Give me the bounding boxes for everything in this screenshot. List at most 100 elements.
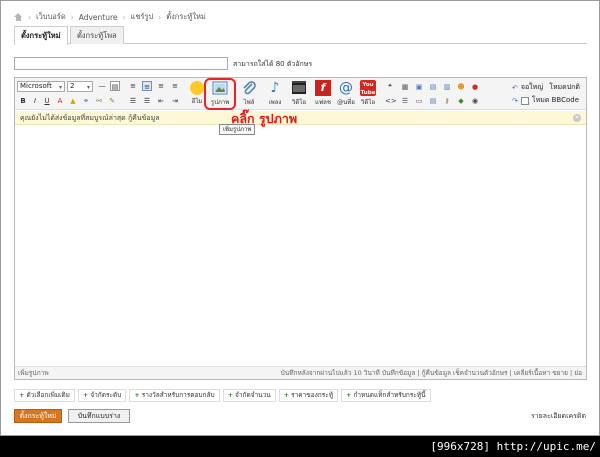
bbcode-checkbox[interactable] [520, 96, 529, 105]
breadcrumb-share-photo[interactable]: แชร์รูป [131, 11, 154, 23]
video-button[interactable]: วิดีโอ [287, 80, 311, 108]
spoiler-icon[interactable]: ☰ [400, 96, 410, 106]
watermark: [996x728] http://upic.me/ [430, 440, 596, 453]
breadcrumb-webboard[interactable]: เว็บบอร์ด [36, 11, 66, 23]
image-button-highlight [204, 78, 236, 110]
align-left-icon[interactable]: ≡ [128, 81, 138, 91]
free-icon[interactable]: ▭ [414, 96, 424, 106]
template-icon[interactable]: ▥ [442, 82, 452, 92]
credit-details-link[interactable]: รายละเอียดเครดิต [531, 411, 586, 422]
option-level-limit-label: จำกัดระดับ [90, 391, 122, 399]
chevron-right-icon: › [122, 12, 126, 22]
ordered-list-icon[interactable]: ☰ [128, 96, 138, 106]
quote-icon[interactable]: ❝ [385, 82, 395, 92]
font-family-select[interactable]: Microsoft ▾ [17, 81, 65, 92]
flash-button[interactable]: f แฟลช [311, 80, 335, 108]
image-small-icon[interactable]: ▣ [414, 82, 424, 92]
flash-icon: f [315, 80, 331, 96]
attachment-button[interactable]: ไฟล์ [237, 80, 261, 108]
emoticon-small-icon[interactable]: ☻ [456, 82, 466, 92]
plus-icon: + [283, 391, 290, 399]
option-topic-price-label: ราคาของกระทู้ [291, 391, 333, 399]
list-icon[interactable]: ▤ [428, 96, 438, 106]
flash-label: แฟลช [315, 99, 331, 106]
click-annotation: คลิ๊ก รูปภาพ [231, 111, 298, 126]
font-size-select[interactable]: 2 ▾ [67, 81, 93, 92]
home-icon[interactable] [14, 13, 23, 21]
font-family-value: Microsoft [20, 82, 52, 90]
topic-options-row: + ตัวเลือกเพิ่มเติม + จำกัดระดับ + รางวัลสำ… [14, 389, 431, 402]
plus-icon: + [134, 391, 140, 399]
browser-page: › เว็บบอร์ด › Adventure › แชร์รูป › ตั้ง… [0, 0, 600, 436]
option-tags-label: กำหนดแท็กสำหรับกระทู้นี้ [353, 391, 426, 399]
mask-icon[interactable]: ◉ [470, 96, 480, 106]
fullscreen-toggle[interactable]: จอใหญ่ [521, 82, 543, 93]
tab-new-poll[interactable]: ตั้งกระทู้โพล [70, 26, 124, 44]
status-right-text[interactable]: บันทึกหลังจากผ่านไปแล้ว 10 วินาที บันทึก… [281, 367, 582, 380]
editor-status-bar: เพิ่มรูปภาพ บันทึกหลังจากผ่านไปแล้ว 10 ว… [15, 366, 586, 379]
table-icon[interactable]: ▤ [110, 81, 120, 91]
option-level-limit[interactable]: + จำกัดระดับ [77, 389, 127, 402]
option-more-label: ตัวเลือกเพิ่มเติม [26, 391, 70, 399]
key-icon[interactable]: ⚷ [442, 96, 452, 106]
option-tags[interactable]: + กำหนดแท็กสำหรับกระทู้นี้ [341, 389, 431, 402]
rich-text-editor: Microsoft ▾ 2 ▾ — ▤ ≡ ≡ ≡ ≡ B I U A ▲ ⚭ ⚯ … [14, 77, 587, 380]
music-button[interactable]: ♪ เพลง [263, 80, 287, 108]
highlight-icon[interactable]: ▲ [68, 96, 78, 106]
option-reply-reward[interactable]: + รางวัลสำหรับการตอบกลับ [129, 389, 220, 402]
option-topic-price[interactable]: + ราคาของกระทู้ [278, 389, 338, 402]
table-grid-icon[interactable]: ▦ [400, 82, 410, 92]
code-icon[interactable]: <> [385, 96, 397, 106]
option-reply-reward-label: รางวัลสำหรับการตอบกลับ [141, 391, 215, 399]
normal-mode-toggle[interactable]: โหมดปกติ [549, 82, 580, 93]
option-count-limit-label: จำกัดจำนวน [235, 391, 271, 399]
attachment-label: ไฟล์ [243, 99, 255, 106]
hide-icon[interactable]: ◆ [456, 96, 466, 106]
editor-content-area[interactable] [15, 126, 586, 366]
redo-icon[interactable]: ↷ [512, 97, 518, 105]
attachment-icon [243, 81, 256, 95]
align-center-icon[interactable]: ≡ [142, 81, 152, 91]
status-left-text: เพิ่มรูปภาพ [18, 369, 49, 377]
game-icon[interactable]: ● [470, 82, 480, 92]
link-icon[interactable]: ⚭ [81, 96, 91, 106]
music-label: เพลง [268, 99, 282, 106]
align-right-icon[interactable]: ≡ [156, 81, 166, 91]
save-draft-button[interactable]: บันทึกแบบร่าง [68, 409, 130, 423]
restore-notice: คุณยังไม่ได้ส่งข้อมูลที่สมบูรณ์ล่าสุด กู… [15, 111, 586, 125]
topic-title-input[interactable] [14, 57, 228, 70]
video-icon [292, 81, 306, 94]
tab-new-topic[interactable]: ตั้งกระทู้ใหม่ [14, 26, 68, 45]
close-icon[interactable]: × [573, 114, 581, 122]
undo-icon[interactable]: ↶ [512, 84, 518, 92]
option-count-limit[interactable]: + จำกัดจำนวน [222, 389, 276, 402]
youtube-icon: You Tube [360, 80, 376, 96]
title-length-hint: สามารถใส่ได้ 80 ตัวอักษร [233, 60, 313, 68]
mention-button[interactable]: @ @นที่อ [334, 80, 358, 108]
indent-icon[interactable]: ⇥ [170, 96, 180, 106]
format-brush-icon[interactable]: ✎ [107, 96, 117, 106]
unordered-list-icon[interactable]: ☰ [142, 96, 152, 106]
option-more[interactable]: + ตัวเลือกเพิ่มเติม [14, 389, 75, 402]
outdent-icon[interactable]: ⇤ [156, 96, 166, 106]
breadcrumb-adventure[interactable]: Adventure [79, 13, 118, 22]
font-size-value: 2 [70, 82, 75, 90]
mention-icon: @ [339, 80, 353, 96]
unlink-icon[interactable]: ⚯ [94, 96, 104, 106]
align-justify-icon[interactable]: ≡ [170, 81, 180, 91]
chevron-down-icon: ▾ [58, 84, 62, 91]
youtube-label: วิดีโอ [360, 99, 376, 106]
chevron-right-icon: › [70, 12, 74, 22]
editor-mode-tools: ↶ จอใหญ่ โหมดปกติ ↷ โหมด BBCode [512, 81, 580, 107]
restore-notice-text[interactable]: คุณยังไม่ได้ส่งข้อมูลที่สมบูรณ์ล่าสุด กู… [20, 114, 160, 122]
horizontal-rule-icon[interactable]: — [97, 81, 107, 91]
underline-icon[interactable]: U [42, 96, 52, 106]
font-color-icon[interactable]: A [55, 96, 65, 106]
music-icon: ♪ [270, 80, 280, 96]
youtube-button[interactable]: You Tube วิดีโอ [356, 80, 380, 108]
chevron-right-icon: › [158, 12, 162, 22]
document-icon[interactable]: ▤ [428, 82, 438, 92]
bold-icon[interactable]: B [18, 96, 28, 106]
italic-icon[interactable]: I [30, 96, 40, 106]
post-topic-button[interactable]: ตั้งกระทู้ใหม่ [14, 409, 62, 423]
